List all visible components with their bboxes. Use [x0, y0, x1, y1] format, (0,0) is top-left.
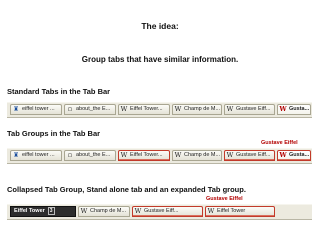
tower-icon: ♜ — [13, 105, 19, 113]
tab-eiffel-tower-search[interactable]: ♜ eiffel tower ... — [10, 104, 62, 115]
tab-label: Champ de M... — [184, 152, 221, 158]
tab-label: Gusta... — [289, 152, 310, 158]
tab-eiffel-tower-wiki[interactable]: W Eiffel Tower — [205, 206, 275, 217]
tab-group-label: Gustave Eiffel — [206, 196, 243, 202]
wikipedia-icon: W — [134, 207, 142, 215]
wikipedia-icon: W — [120, 105, 128, 113]
tab-label: eiffel tower ... — [22, 152, 55, 158]
tab-label: about_the E... — [76, 152, 111, 158]
collapsed-group-count: 3 — [47, 207, 55, 215]
standard-tabs-heading: Standard Tabs in the Tab Bar — [7, 87, 111, 96]
collapsed-group-heading: Collapsed Tab Group, Stand alone tab and… — [7, 185, 246, 194]
wikipedia-icon: W — [279, 151, 287, 159]
tab-label: about_the E... — [76, 106, 111, 112]
tower-icon: ♜ — [13, 151, 19, 159]
tab-label: eiffel tower ... — [22, 106, 55, 112]
slide-subtitle: Group tabs that have similar information… — [81, 55, 239, 64]
tab-eiffel-tower-wiki[interactable]: W Eiffel Tower... — [118, 104, 170, 115]
wikipedia-icon: W — [174, 151, 182, 159]
tab-gustave-active[interactable]: W Gusta... — [277, 150, 311, 161]
tab-gustave-eiffel[interactable]: W Gustave Eiff... — [224, 104, 275, 115]
tab-group-label: Gustave Eiffel — [261, 140, 298, 146]
tab-label: Champ de M... — [90, 208, 127, 214]
tab-champ-de-mars[interactable]: W Champ de M... — [78, 206, 130, 217]
grouped-tab-bar: ♜ eiffel tower ... ▫ about_the E... W Ei… — [7, 148, 312, 164]
tab-gustave-eiffel[interactable]: W Gustave Eiff... — [132, 206, 203, 217]
standard-tab-bar: ♜ eiffel tower ... ▫ about_the E... W Ei… — [7, 102, 312, 118]
wikipedia-icon: W — [174, 105, 182, 113]
tab-label: Gustave Eiff... — [236, 152, 271, 158]
wikipedia-icon: W — [120, 151, 128, 159]
tab-label: Gusta... — [289, 106, 310, 112]
tab-label: Champ de M... — [184, 106, 221, 112]
tab-label: Gustave Eiff... — [236, 106, 271, 112]
tab-label: Gustave Eiff... — [144, 208, 179, 214]
page-icon: ▫ — [67, 105, 73, 113]
tab-groups-heading: Tab Groups in the Tab Bar — [7, 129, 101, 138]
wikipedia-icon: W — [207, 207, 215, 215]
tab-eiffel-tower-wiki[interactable]: W Eiffel Tower... — [118, 150, 170, 161]
tab-label: Eiffel Tower... — [130, 152, 163, 158]
wikipedia-icon: W — [226, 105, 234, 113]
wikipedia-icon: W — [226, 151, 234, 159]
collapsed-group-label: Eiffel Tower — [14, 208, 45, 214]
tab-champ-de-mars[interactable]: W Champ de M... — [172, 150, 222, 161]
collapsed-tab-group[interactable]: Eiffel Tower 3 — [10, 206, 76, 217]
collapsed-tab-bar: Eiffel Tower 3 W Champ de M... W Gustave … — [7, 204, 312, 220]
tab-champ-de-mars[interactable]: W Champ de M... — [172, 104, 222, 115]
tab-gustave-eiffel[interactable]: W Gustave Eiff... — [224, 150, 275, 161]
tab-label: Eiffel Tower... — [130, 106, 163, 112]
slide-title: The idea: — [141, 21, 179, 31]
tab-about-the-eiffel[interactable]: ▫ about_the E... — [64, 150, 116, 161]
tab-label: Eiffel Tower — [217, 208, 246, 214]
tab-eiffel-tower-search[interactable]: ♜ eiffel tower ... — [10, 150, 62, 161]
tab-about-the-eiffel[interactable]: ▫ about_the E... — [64, 104, 116, 115]
tab-gustave-active[interactable]: W Gusta... — [277, 104, 311, 115]
wikipedia-icon: W — [279, 105, 287, 113]
page-icon: ▫ — [67, 151, 73, 159]
wikipedia-icon: W — [80, 207, 88, 215]
